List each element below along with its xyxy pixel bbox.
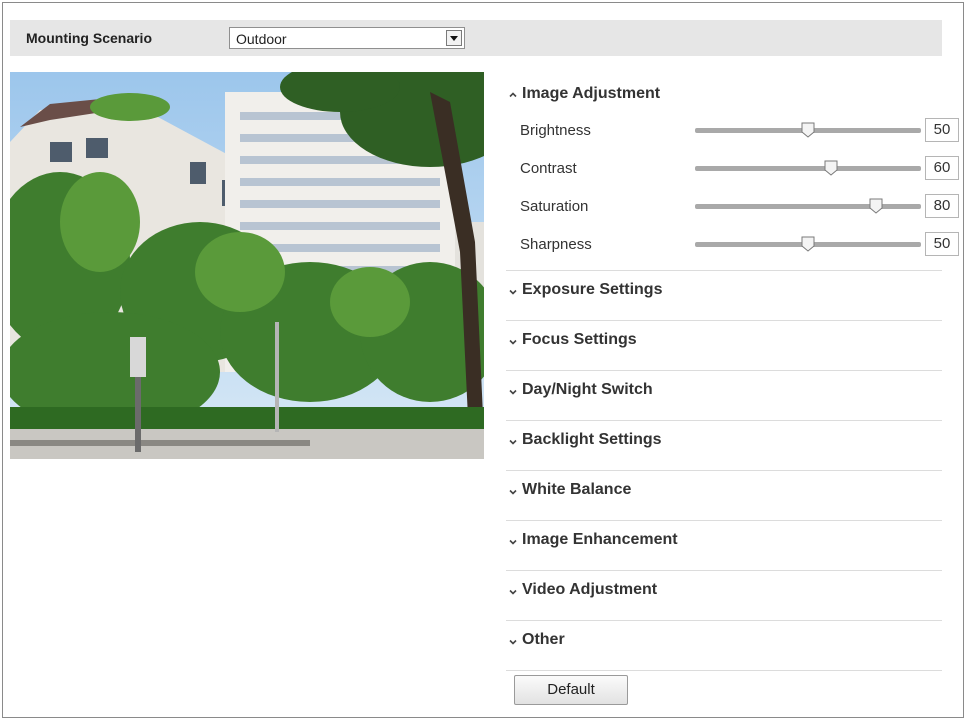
chevron-up-icon — [509, 92, 517, 98]
chevron-down-icon — [509, 439, 517, 445]
sharpness-row: Sharpness 50 — [506, 230, 962, 258]
section-title: Exposure Settings — [522, 281, 663, 298]
chevron-down-icon — [509, 539, 517, 545]
section-title: Image Enhancement — [522, 531, 678, 548]
camera-preview-image — [10, 72, 484, 459]
section-title: Other — [522, 631, 565, 648]
chevron-down-icon — [509, 389, 517, 395]
mounting-scenario-label: Mounting Scenario — [26, 30, 152, 46]
live-view-preview — [10, 72, 484, 459]
section-title: Backlight Settings — [522, 431, 662, 448]
section-exposure-settings[interactable]: Exposure Settings — [506, 271, 942, 321]
chevron-down-icon — [509, 289, 517, 295]
sharpness-value[interactable]: 50 — [925, 232, 959, 256]
section-title: Video Adjustment — [522, 581, 658, 598]
chevron-down-icon — [509, 589, 517, 595]
contrast-label: Contrast — [520, 160, 577, 177]
section-other[interactable]: Other — [506, 621, 942, 671]
section-image-enhancement[interactable]: Image Enhancement — [506, 521, 942, 571]
image-settings-panel: Image Adjustment Brightness 50 Contrast … — [506, 76, 959, 671]
section-title: Day/Night Switch — [522, 381, 653, 398]
sharpness-slider-thumb[interactable] — [801, 236, 815, 252]
contrast-row: Contrast 60 — [506, 154, 962, 182]
brightness-slider[interactable] — [695, 122, 921, 138]
section-title: White Balance — [522, 481, 632, 498]
image-adjustment-sliders: Brightness 50 Contrast 60 Saturation 80 … — [506, 116, 959, 271]
section-backlight-settings[interactable]: Backlight Settings — [506, 421, 942, 471]
section-title: Focus Settings — [522, 331, 637, 348]
sharpness-label: Sharpness — [520, 236, 592, 253]
brightness-row: Brightness 50 — [506, 116, 962, 144]
dropdown-arrow-icon[interactable] — [446, 30, 462, 46]
saturation-slider-thumb[interactable] — [869, 198, 883, 214]
contrast-value[interactable]: 60 — [925, 156, 959, 180]
brightness-value[interactable]: 50 — [925, 118, 959, 142]
saturation-row: Saturation 80 — [506, 192, 962, 220]
chevron-down-icon — [509, 339, 517, 345]
saturation-label: Saturation — [520, 198, 589, 215]
contrast-slider-thumb[interactable] — [824, 160, 838, 176]
mounting-scenario-select[interactable]: Outdoor — [229, 27, 465, 49]
section-focus-settings[interactable]: Focus Settings — [506, 321, 942, 371]
mounting-scenario-value: Outdoor — [236, 31, 287, 47]
saturation-slider[interactable] — [695, 198, 921, 214]
brightness-label: Brightness — [520, 122, 591, 139]
section-white-balance[interactable]: White Balance — [506, 471, 942, 521]
brightness-slider-thumb[interactable] — [801, 122, 815, 138]
section-video-adjustment[interactable]: Video Adjustment — [506, 571, 942, 621]
saturation-value[interactable]: 80 — [925, 194, 959, 218]
contrast-slider[interactable] — [695, 160, 921, 176]
section-title: Image Adjustment — [522, 85, 661, 102]
mounting-scenario-bar: Mounting Scenario Outdoor — [10, 20, 942, 56]
section-image-adjustment[interactable]: Image Adjustment — [506, 76, 942, 116]
chevron-down-icon — [509, 489, 517, 495]
chevron-down-icon — [509, 639, 517, 645]
sharpness-slider[interactable] — [695, 236, 921, 252]
default-button[interactable]: Default — [514, 675, 628, 705]
section-day-night-switch[interactable]: Day/Night Switch — [506, 371, 942, 421]
